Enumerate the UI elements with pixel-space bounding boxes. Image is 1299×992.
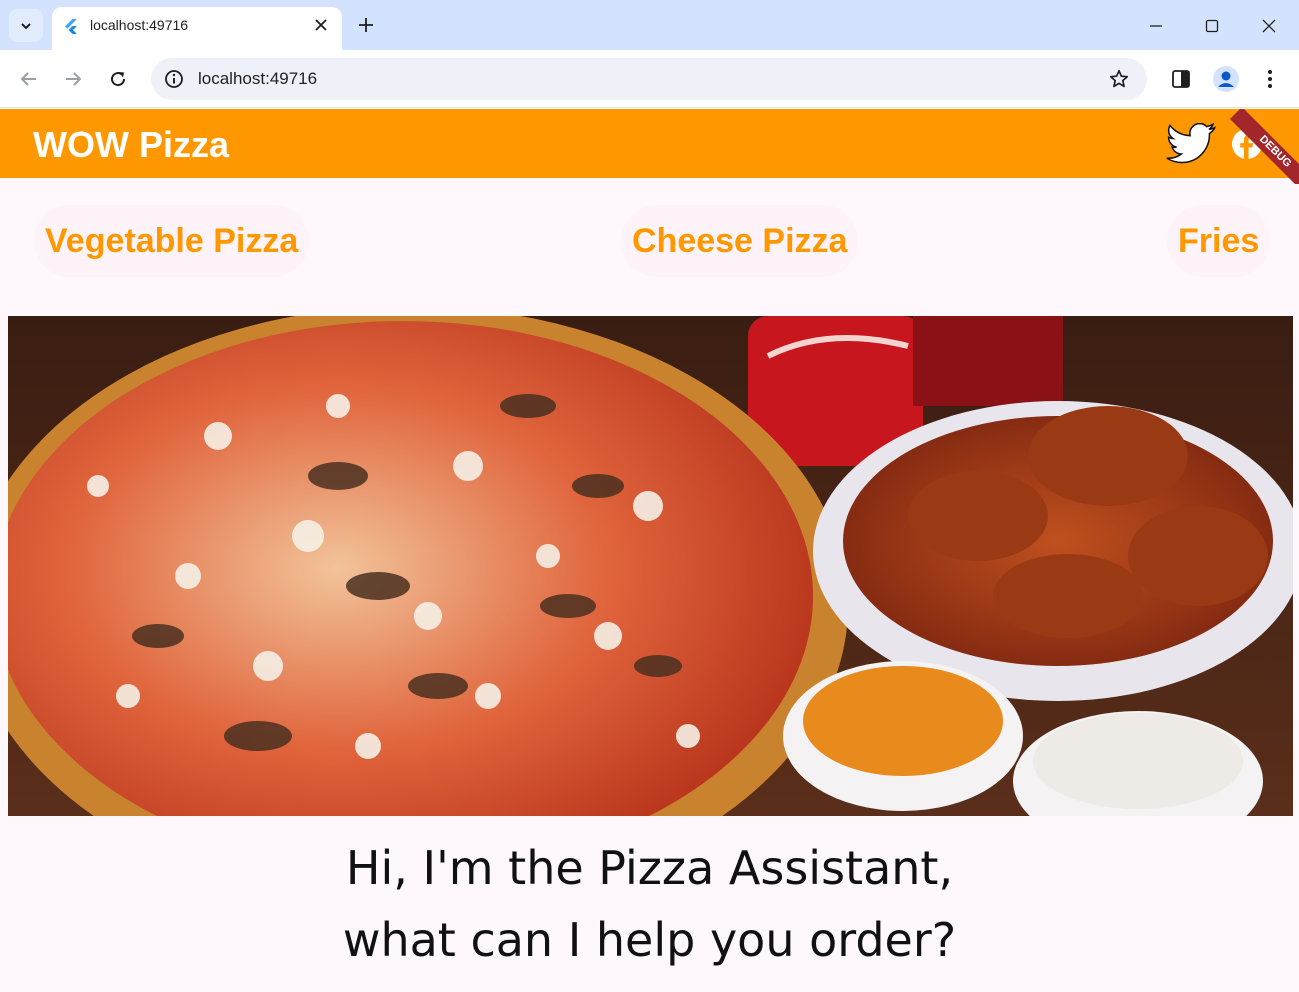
greeting-line-1: Hi, I'm the Pizza Assistant, — [345, 841, 954, 895]
chevron-down-icon — [21, 22, 31, 29]
more-vert-icon — [1268, 70, 1272, 88]
arrow-right-icon — [66, 72, 82, 86]
site-info-button[interactable] — [163, 68, 185, 90]
debug-banner-container: DEBUG — [1224, 109, 1299, 184]
close-icon — [1262, 19, 1276, 33]
twitter-icon[interactable] — [1166, 123, 1216, 165]
assistant-greeting: Hi, I'm the Pizza Assistant, what can I … — [0, 832, 1299, 976]
tab-search-button[interactable] — [9, 9, 43, 42]
menu-item-vegetable-pizza[interactable]: Vegetable Pizza — [34, 205, 310, 277]
star-icon — [1109, 69, 1129, 88]
menu-item-fries[interactable]: Fries — [1167, 205, 1271, 277]
menu-button[interactable] — [1257, 66, 1283, 92]
close-icon — [315, 19, 327, 31]
arrow-left-icon — [20, 72, 36, 86]
browser-toolbar: localhost:49716 — [0, 50, 1299, 108]
greeting-line-2: what can I help you order? — [342, 913, 957, 967]
app-title: WOW Pizza — [33, 124, 229, 165]
side-panel-button[interactable] — [1168, 66, 1194, 92]
maximize-icon — [1205, 19, 1219, 33]
side-panel-icon — [1172, 70, 1190, 88]
reload-button[interactable] — [106, 67, 130, 91]
info-icon — [165, 70, 183, 88]
tab-close-button[interactable] — [312, 16, 330, 34]
maximize-button[interactable] — [1200, 14, 1224, 38]
profile-button[interactable] — [1213, 66, 1239, 92]
menu-item-cheese-pizza[interactable]: Cheese Pizza — [621, 205, 859, 277]
flutter-icon — [65, 19, 77, 34]
new-tab-button[interactable] — [354, 13, 378, 37]
reload-icon — [111, 72, 126, 87]
app-bar: WOW Pizza DEBUG — [0, 109, 1299, 184]
address-bar[interactable]: localhost:49716 — [151, 58, 1147, 100]
app-viewport: WOW Pizza DEBUG Vegetable Pizza Cheese P… — [0, 109, 1299, 992]
window-close-button[interactable] — [1257, 14, 1281, 38]
url-text[interactable]: localhost:49716 — [198, 69, 317, 89]
debug-banner: DEBUG — [1229, 109, 1299, 184]
hero-food-image — [8, 316, 1293, 816]
bookmark-button[interactable] — [1107, 67, 1131, 91]
tab-strip: localhost:49716 — [0, 0, 1299, 50]
tab-title: localhost:49716 — [90, 17, 189, 33]
back-button[interactable] — [17, 67, 41, 91]
minimize-icon — [1150, 25, 1162, 27]
minimize-button[interactable] — [1144, 14, 1168, 38]
avatar-icon — [1213, 66, 1239, 92]
forward-button[interactable] — [61, 67, 85, 91]
browser-tab[interactable]: localhost:49716 — [52, 7, 342, 50]
plus-icon — [359, 18, 373, 32]
